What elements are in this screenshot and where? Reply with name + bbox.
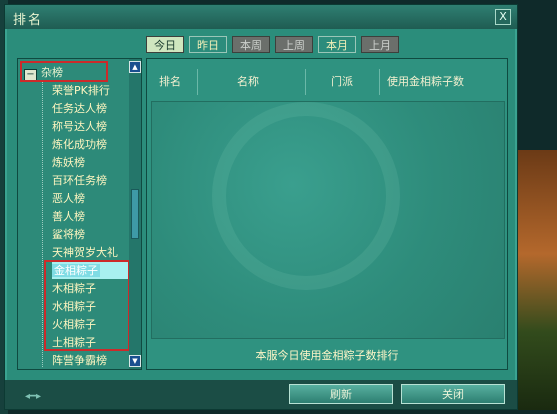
list-item[interactable]: 百环任务榜 <box>52 172 107 189</box>
tab-today[interactable]: 今日 <box>146 36 184 53</box>
list-item[interactable]: 称号达人榜 <box>52 118 107 135</box>
table-header: 排名 名称 门派 使用金相粽子数 <box>147 59 507 99</box>
close-button[interactable]: 关闭 <box>401 384 505 404</box>
decorative-arrow-icon: ◂━▸ <box>25 391 42 402</box>
list-item[interactable]: 炼化成功榜 <box>52 136 107 153</box>
column-sect: 门派 <box>331 75 353 88</box>
list-item[interactable]: 炼妖榜 <box>52 154 85 171</box>
list-item[interactable]: 阵营争霸榜 <box>52 352 107 369</box>
category-highlight-box <box>20 61 108 82</box>
list-item[interactable]: 任务达人榜 <box>52 100 107 117</box>
scroll-down-icon[interactable]: ▼ <box>129 355 141 367</box>
refresh-button[interactable]: 刷新 <box>289 384 393 404</box>
list-item[interactable]: 善人榜 <box>52 208 85 225</box>
list-item[interactable]: 荣誉PK排行 <box>52 82 110 99</box>
period-tabs: 今日 昨日 本周 上周 本月 上月 <box>146 36 399 54</box>
category-list-panel: − 杂榜 荣誉PK排行 任务达人榜 称号达人榜 炼化成功榜 炼妖榜 百环任务榜 恶… <box>17 58 142 370</box>
title-bar[interactable]: 排名 X <box>5 5 517 29</box>
ranking-window: 排名 X 今日 昨日 本周 上周 本月 上月 − 杂榜 荣誉PK排行 任务达人榜 … <box>4 4 518 410</box>
column-divider <box>379 69 380 95</box>
list-item[interactable]: 鲨将榜 <box>52 226 85 243</box>
tab-last-month[interactable]: 上月 <box>361 36 399 53</box>
column-name: 名称 <box>237 75 259 88</box>
ranking-caption: 本服今日使用金相粽子数排行 <box>255 349 399 362</box>
column-divider <box>197 69 198 95</box>
emblem-watermark <box>212 102 400 290</box>
list-scrollbar[interactable]: ▲ ▼ <box>129 59 141 369</box>
window-title: 排名 <box>13 13 44 28</box>
ranking-panel: 排名 名称 门派 使用金相粽子数 本服今日使用金相粽子数排行 <box>146 58 508 370</box>
tab-yesterday[interactable]: 昨日 <box>189 36 227 53</box>
column-rank: 排名 <box>159 75 181 88</box>
category-list: − 杂榜 荣誉PK排行 任务达人榜 称号达人榜 炼化成功榜 炼妖榜 百环任务榜 恶… <box>18 59 130 369</box>
close-icon[interactable]: X <box>495 9 511 25</box>
zongzi-highlight-box <box>44 260 130 351</box>
game-scene: 排名 X 今日 昨日 本周 上周 本月 上月 − 杂榜 荣誉PK排行 任务达人榜 … <box>0 0 557 414</box>
list-item[interactable]: 恶人榜 <box>52 190 85 207</box>
tab-this-week[interactable]: 本周 <box>232 36 270 53</box>
tab-last-week[interactable]: 上周 <box>275 36 313 53</box>
results-area <box>151 101 505 339</box>
tab-this-month[interactable]: 本月 <box>318 36 356 53</box>
list-item[interactable]: 天神贺岁大礼 <box>52 244 118 261</box>
scroll-thumb[interactable] <box>131 189 139 239</box>
column-divider <box>305 69 306 95</box>
scroll-up-icon[interactable]: ▲ <box>129 61 141 73</box>
column-count: 使用金相粽子数 <box>387 75 464 88</box>
